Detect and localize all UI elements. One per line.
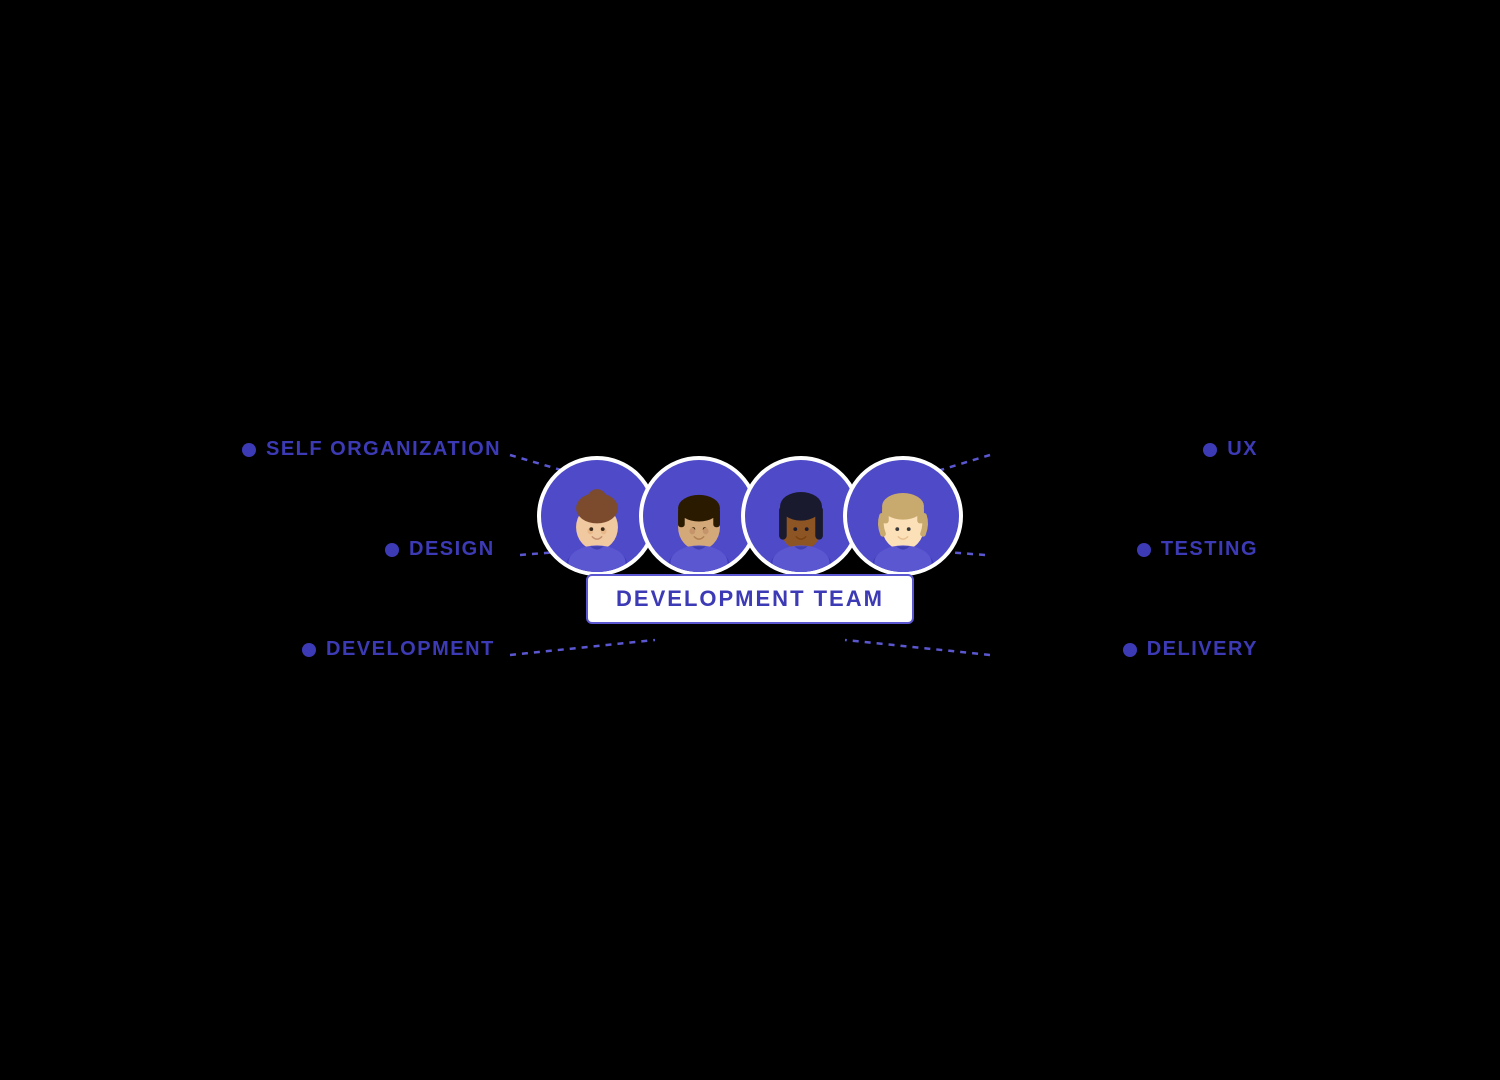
- delivery-text: DELIVERY: [1147, 638, 1258, 661]
- design-text: DESIGN: [409, 538, 495, 561]
- testing-text: TESTING: [1161, 538, 1258, 561]
- team-label-box: DEVELOPMENT TEAM: [586, 574, 914, 624]
- testing-dot: [1137, 543, 1151, 557]
- self-organization-dot: [242, 443, 256, 457]
- label-ux: UX: [1203, 438, 1258, 461]
- label-testing: TESTING: [1137, 538, 1258, 561]
- design-dot: [385, 543, 399, 557]
- label-design: DESIGN: [385, 538, 495, 561]
- avatars-row: [537, 456, 963, 576]
- label-delivery: DELIVERY: [1123, 638, 1258, 661]
- avatar-man-blonde: [843, 456, 963, 576]
- development-text: DEVELOPMENT: [326, 638, 495, 661]
- label-self-organization: SELF ORGANIZATION: [242, 438, 501, 461]
- ux-text: UX: [1227, 438, 1258, 461]
- team-center-group: DEVELOPMENT TEAM: [537, 456, 963, 624]
- label-development: DEVELOPMENT: [302, 638, 495, 661]
- ux-dot: [1203, 443, 1217, 457]
- team-label-text: DEVELOPMENT TEAM: [616, 586, 884, 611]
- self-organization-text: SELF ORGANIZATION: [266, 438, 501, 461]
- diagram-container: SELF ORGANIZATION DESIGN DEVELOPMENT UX …: [200, 290, 1300, 790]
- delivery-dot: [1123, 643, 1137, 657]
- development-dot: [302, 643, 316, 657]
